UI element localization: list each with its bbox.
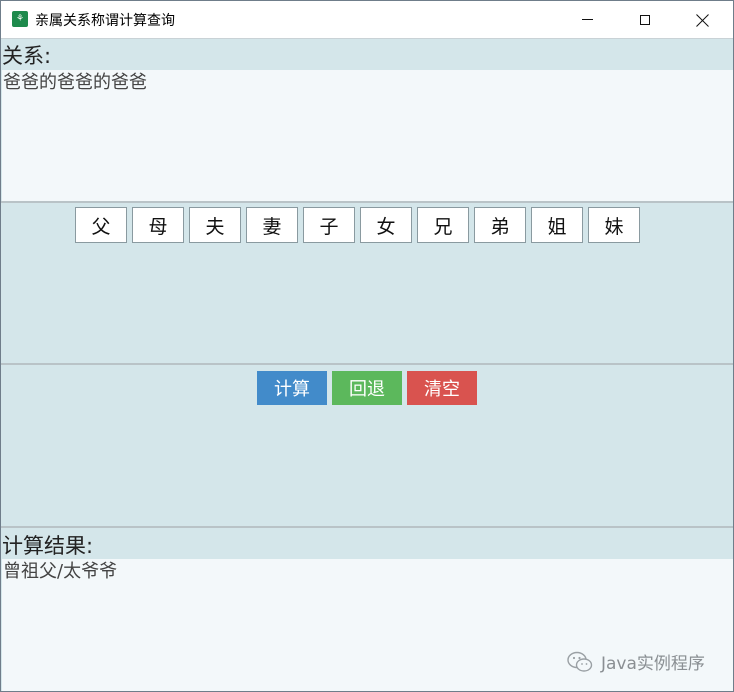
divider	[1, 526, 733, 528]
kin-button[interactable]: 妹	[588, 207, 640, 243]
result-label: 计算结果:	[2, 534, 94, 558]
back-button[interactable]: 回退	[332, 371, 402, 405]
kin-button[interactable]: 夫	[189, 207, 241, 243]
kin-button[interactable]: 子	[303, 207, 355, 243]
calculate-button[interactable]: 计算	[257, 371, 327, 405]
kin-button[interactable]: 父	[75, 207, 127, 243]
kin-button[interactable]: 妻	[246, 207, 298, 243]
relation-label: 关系:	[2, 44, 52, 68]
minimize-icon	[581, 19, 593, 20]
relation-text-area[interactable]: 爸爸的爸爸的爸爸	[2, 70, 733, 201]
window-title: 亲属关系称谓计算查询	[35, 13, 175, 29]
action-button-row: 计算 回退 清空	[257, 371, 477, 405]
watermark: Java实例程序	[567, 649, 705, 674]
kin-button[interactable]: 女	[360, 207, 412, 243]
maximize-button[interactable]	[616, 1, 674, 38]
kin-button[interactable]: 母	[132, 207, 184, 243]
close-icon	[696, 13, 710, 27]
app-window: ⚘ 亲属关系称谓计算查询 关系: 爸爸的爸爸的爸爸 父母夫妻子女兄弟姐妹 计算 …	[0, 0, 734, 692]
divider	[1, 363, 733, 365]
kin-button[interactable]: 姐	[531, 207, 583, 243]
clear-button[interactable]: 清空	[407, 371, 477, 405]
kin-button-row: 父母夫妻子女兄弟姐妹	[75, 207, 640, 243]
divider	[1, 201, 733, 203]
watermark-text: Java实例程序	[601, 654, 705, 674]
wechat-icon	[567, 651, 593, 672]
family-tree-app-icon: ⚘	[12, 11, 28, 27]
title-bar: ⚘ 亲属关系称谓计算查询	[1, 1, 733, 39]
minimize-button[interactable]	[558, 1, 616, 38]
kin-button[interactable]: 弟	[474, 207, 526, 243]
kin-button[interactable]: 兄	[417, 207, 469, 243]
close-button[interactable]	[674, 1, 732, 38]
maximize-icon	[640, 14, 650, 25]
